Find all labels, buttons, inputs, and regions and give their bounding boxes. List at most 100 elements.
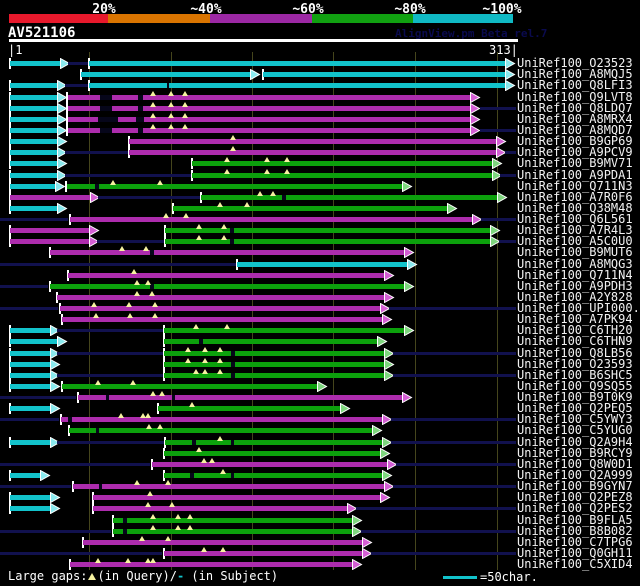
fifty-char-line-icon (443, 576, 477, 579)
low-score-line (97, 240, 164, 244)
arrowhead-icon (57, 336, 68, 348)
alignment-gap (199, 339, 203, 345)
query-gap-triangle-icon (157, 179, 163, 185)
alignment-bar (10, 194, 90, 200)
query-gap-triangle-icon (125, 558, 131, 564)
query-gap-triangle-icon (185, 357, 191, 363)
query-gap-triangle-icon (220, 469, 226, 474)
gap-triangle-icon (88, 573, 97, 580)
query-gap-triangle-icon (230, 146, 236, 152)
low-score-line (0, 551, 162, 555)
query-gap-triangle-icon (209, 457, 215, 463)
alignment-bar (10, 406, 50, 412)
query-gap-triangle-icon (150, 101, 156, 107)
alignment-bar (89, 61, 505, 67)
query-gap-triangle-icon (187, 513, 193, 519)
query-gap-triangle-icon (175, 524, 181, 530)
low-score-line (57, 329, 163, 333)
query-gap-triangle-icon (264, 168, 270, 174)
query-gap-triangle-icon (202, 368, 208, 374)
alignment-gap (150, 250, 154, 256)
query-gap-triangle-icon (284, 157, 290, 163)
low-score-line (480, 106, 516, 110)
query-gap-triangle-icon (126, 302, 132, 308)
query-gap-triangle-icon (95, 379, 101, 385)
large-gaps-legend: Large gaps: (in Query)/- (in Subject) (8, 569, 278, 583)
low-score-line (481, 218, 516, 222)
alignment-gap (192, 439, 196, 445)
low-score-line (371, 551, 516, 555)
query-gap-triangle-icon (147, 491, 153, 497)
alignment-bar (129, 150, 496, 156)
alignment-bar (113, 528, 352, 534)
query-gap-triangle-icon (150, 513, 156, 519)
alignment-bar (60, 306, 380, 312)
alignment-gap (231, 361, 235, 367)
alignment-bar (50, 250, 404, 256)
query-gap-triangle-icon (189, 402, 195, 408)
query-gap-triangle-icon (175, 513, 181, 519)
arrowhead-icon (470, 91, 481, 103)
query-gap-triangle-icon (150, 123, 156, 129)
query-gap-triangle-icon (217, 368, 223, 374)
query-gap-triangle-icon (168, 112, 174, 118)
arrowhead-icon (250, 69, 261, 81)
arrowhead-icon (352, 514, 363, 526)
alignment-bar (10, 172, 57, 178)
alignment-bar (93, 495, 380, 501)
alignment-bar (237, 261, 407, 267)
low-score-line (0, 396, 76, 400)
query-gap-triangle-icon (152, 313, 158, 319)
scale-segment (108, 14, 210, 23)
arrowhead-icon (380, 492, 391, 504)
query-gap-triangle-icon (217, 357, 223, 363)
low-score-line (98, 195, 200, 199)
alignment-bar (10, 183, 55, 189)
low-score-line (480, 128, 516, 132)
alignment-gap (231, 372, 235, 378)
query-gap-triangle-icon (202, 346, 208, 352)
arrowhead-icon (402, 180, 413, 192)
alignment-bar (164, 361, 384, 367)
alignment-bar (164, 350, 384, 356)
alignment-bar (192, 161, 492, 167)
alignment-gap (231, 473, 234, 478)
query-gap-triangle-icon (163, 213, 169, 219)
alignment-bar (165, 239, 490, 245)
query-gap-triangle-icon (165, 480, 171, 486)
alignment-bar (10, 105, 57, 111)
low-score-line (65, 84, 88, 88)
arrowhead-icon (382, 314, 393, 326)
alignment-bar (10, 94, 57, 100)
low-score-line (0, 418, 59, 422)
query-gap-triangle-icon (110, 179, 116, 185)
low-score-line (356, 507, 516, 511)
alignment-bar (57, 294, 384, 300)
query-gap-triangle-icon (224, 157, 230, 163)
arrowhead-icon (40, 470, 51, 481)
alignment-gap (172, 395, 175, 401)
query-gap-triangle-icon (193, 368, 199, 374)
alignment-bar (10, 239, 89, 245)
query-gap-triangle-icon (193, 324, 199, 330)
low-score-line (393, 485, 516, 489)
alignment-gap (282, 194, 286, 200)
query-gap-triangle-icon (157, 424, 163, 430)
query-gap-triangle-icon (224, 168, 230, 174)
arrowhead-icon (50, 503, 61, 515)
alignment-gap (100, 105, 112, 111)
scale-segment (9, 14, 108, 23)
alignment-bar (152, 461, 387, 467)
alignment-label[interactable]: UniRef100_C5XID4 (517, 558, 633, 570)
alignment-bar (10, 116, 57, 122)
query-gap-triangle-icon (182, 90, 188, 96)
alignment-gap (123, 517, 127, 523)
alignment-gap (136, 116, 144, 122)
query-gap-triangle-icon (221, 224, 227, 230)
query-gap-triangle-icon (217, 201, 223, 207)
arrowhead-icon (50, 403, 61, 415)
alignment-gap (231, 350, 235, 356)
query-gap-triangle-icon (230, 135, 236, 141)
query-gap-triangle-icon (131, 268, 137, 274)
query-gap-triangle-icon (150, 90, 156, 96)
